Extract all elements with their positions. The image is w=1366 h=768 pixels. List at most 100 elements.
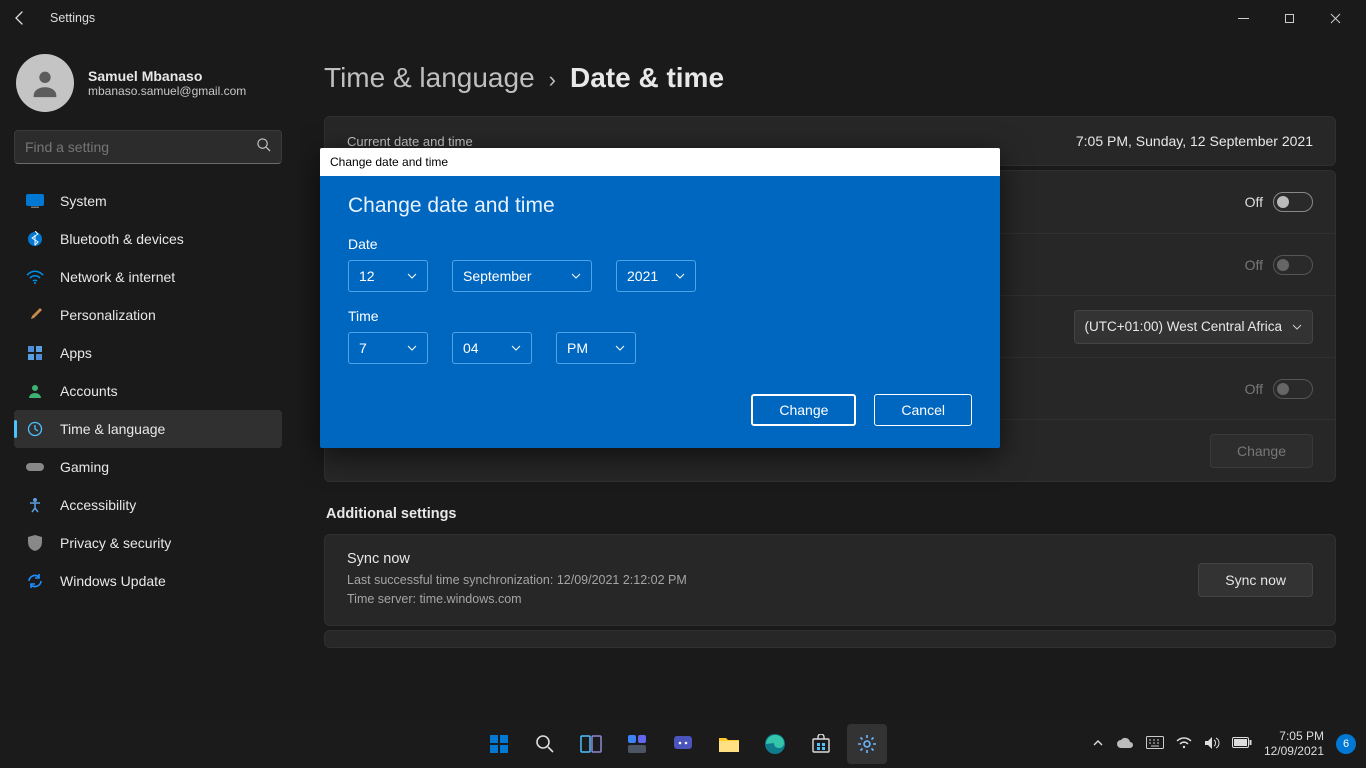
search-input[interactable] bbox=[25, 139, 256, 155]
timezone-value: (UTC+01:00) West Central Africa bbox=[1085, 319, 1282, 334]
maximize-button[interactable] bbox=[1266, 2, 1312, 34]
nav-apps[interactable]: Apps bbox=[14, 334, 282, 372]
notification-badge[interactable]: 6 bbox=[1336, 734, 1356, 754]
chevron-down-icon bbox=[675, 271, 685, 281]
nav-list: System Bluetooth & devices Network & int… bbox=[14, 182, 294, 600]
sync-line2: Time server: time.windows.com bbox=[347, 590, 687, 609]
volume-icon[interactable] bbox=[1204, 736, 1220, 753]
arrow-left-icon bbox=[12, 10, 28, 26]
sync-now-button[interactable]: Sync now bbox=[1198, 563, 1313, 597]
battery-icon[interactable] bbox=[1232, 737, 1252, 751]
chevron-down-icon bbox=[407, 271, 417, 281]
tray-wifi-icon[interactable] bbox=[1176, 737, 1192, 752]
update-icon bbox=[26, 572, 44, 590]
change-button[interactable]: Change bbox=[1210, 434, 1313, 468]
nav-accessibility[interactable]: Accessibility bbox=[14, 486, 282, 524]
chevron-down-icon bbox=[571, 271, 581, 281]
nav-bluetooth[interactable]: Bluetooth & devices bbox=[14, 220, 282, 258]
dialog-titlebar: Change date and time bbox=[320, 148, 1000, 176]
user-email: mbanaso.samuel@gmail.com bbox=[88, 84, 246, 98]
nav-windows-update[interactable]: Windows Update bbox=[14, 562, 282, 600]
onedrive-icon[interactable] bbox=[1116, 737, 1134, 752]
settings-app[interactable] bbox=[847, 724, 887, 764]
chevron-down-icon bbox=[511, 343, 521, 353]
more-card bbox=[324, 630, 1336, 648]
sidebar: Samuel Mbanaso mbanaso.samuel@gmail.com … bbox=[0, 36, 300, 720]
breadcrumb-category[interactable]: Time & language bbox=[324, 62, 535, 94]
nav-personalization[interactable]: Personalization bbox=[14, 296, 282, 334]
task-view[interactable] bbox=[571, 724, 611, 764]
month-select[interactable]: September bbox=[452, 260, 592, 292]
tray-overflow[interactable] bbox=[1092, 737, 1104, 752]
bluetooth-icon bbox=[26, 230, 44, 248]
taskbar-center bbox=[479, 724, 887, 764]
dialog-cancel-button[interactable]: Cancel bbox=[874, 394, 972, 426]
keyboard-icon[interactable] bbox=[1146, 736, 1164, 752]
nav-label: Gaming bbox=[60, 459, 109, 475]
apps-icon bbox=[26, 344, 44, 362]
current-datetime-label: Current date and time bbox=[347, 134, 473, 149]
minute-select[interactable]: 04 bbox=[452, 332, 532, 364]
nav-label: Time & language bbox=[60, 421, 165, 437]
nav-label: System bbox=[60, 193, 107, 209]
nav-accounts[interactable]: Accounts bbox=[14, 372, 282, 410]
sync-line1: Last successful time synchronization: 12… bbox=[347, 571, 687, 590]
nav-label: Network & internet bbox=[60, 269, 175, 285]
avatar bbox=[16, 54, 74, 112]
chevron-right-icon: › bbox=[549, 67, 556, 93]
additional-settings-title: Additional settings bbox=[326, 506, 1336, 522]
minimize-button[interactable] bbox=[1220, 2, 1266, 34]
nav-network[interactable]: Network & internet bbox=[14, 258, 282, 296]
dst-toggle: Off bbox=[1245, 379, 1313, 399]
nav-time-language[interactable]: Time & language bbox=[14, 410, 282, 448]
tray-time: 7:05 PM bbox=[1264, 729, 1324, 744]
nav-label: Windows Update bbox=[60, 573, 166, 589]
tray-datetime[interactable]: 7:05 PM 12/09/2021 bbox=[1264, 729, 1324, 759]
current-datetime-value: 7:05 PM, Sunday, 12 September 2021 bbox=[1076, 133, 1313, 149]
nav-label: Personalization bbox=[60, 307, 156, 323]
search-box[interactable] bbox=[14, 130, 282, 164]
auto-time-toggle[interactable]: Off bbox=[1245, 192, 1313, 212]
titlebar: Settings bbox=[0, 0, 1366, 36]
page-title: Date & time bbox=[570, 62, 724, 94]
dialog-change-button[interactable]: Change bbox=[751, 394, 856, 426]
timezone-select[interactable]: (UTC+01:00) West Central Africa bbox=[1074, 310, 1313, 344]
clock-globe-icon bbox=[26, 420, 44, 438]
back-button[interactable] bbox=[8, 6, 32, 30]
nav-label: Privacy & security bbox=[60, 535, 171, 551]
accessibility-icon bbox=[26, 496, 44, 514]
dialog-heading: Change date and time bbox=[348, 194, 972, 218]
microsoft-store[interactable] bbox=[801, 724, 841, 764]
account-icon bbox=[26, 382, 44, 400]
year-select[interactable]: 2021 bbox=[616, 260, 696, 292]
wifi-icon bbox=[26, 268, 44, 286]
monitor-icon bbox=[26, 192, 44, 210]
chat[interactable] bbox=[663, 724, 703, 764]
nav-label: Accounts bbox=[60, 383, 118, 399]
breadcrumb: Time & language › Date & time bbox=[324, 62, 1336, 94]
sync-card: Sync now Last successful time synchroniz… bbox=[324, 534, 1336, 626]
nav-label: Accessibility bbox=[60, 497, 136, 513]
profile[interactable]: Samuel Mbanaso mbanaso.samuel@gmail.com bbox=[16, 54, 294, 112]
person-icon bbox=[28, 66, 62, 100]
shield-icon bbox=[26, 534, 44, 552]
time-label: Time bbox=[348, 308, 972, 324]
file-explorer[interactable] bbox=[709, 724, 749, 764]
nav-privacy[interactable]: Privacy & security bbox=[14, 524, 282, 562]
date-label: Date bbox=[348, 236, 972, 252]
widgets[interactable] bbox=[617, 724, 657, 764]
chevron-down-icon bbox=[1292, 322, 1302, 332]
day-select[interactable]: 12 bbox=[348, 260, 428, 292]
window-title: Settings bbox=[50, 11, 95, 25]
close-button[interactable] bbox=[1312, 2, 1358, 34]
taskbar-search[interactable] bbox=[525, 724, 565, 764]
hour-select[interactable]: 7 bbox=[348, 332, 428, 364]
nav-label: Apps bbox=[60, 345, 92, 361]
chevron-down-icon bbox=[407, 343, 417, 353]
edge-browser[interactable] bbox=[755, 724, 795, 764]
ampm-select[interactable]: PM bbox=[556, 332, 636, 364]
nav-system[interactable]: System bbox=[14, 182, 282, 220]
start-button[interactable] bbox=[479, 724, 519, 764]
auto-tz-toggle: Off bbox=[1245, 255, 1313, 275]
nav-gaming[interactable]: Gaming bbox=[14, 448, 282, 486]
